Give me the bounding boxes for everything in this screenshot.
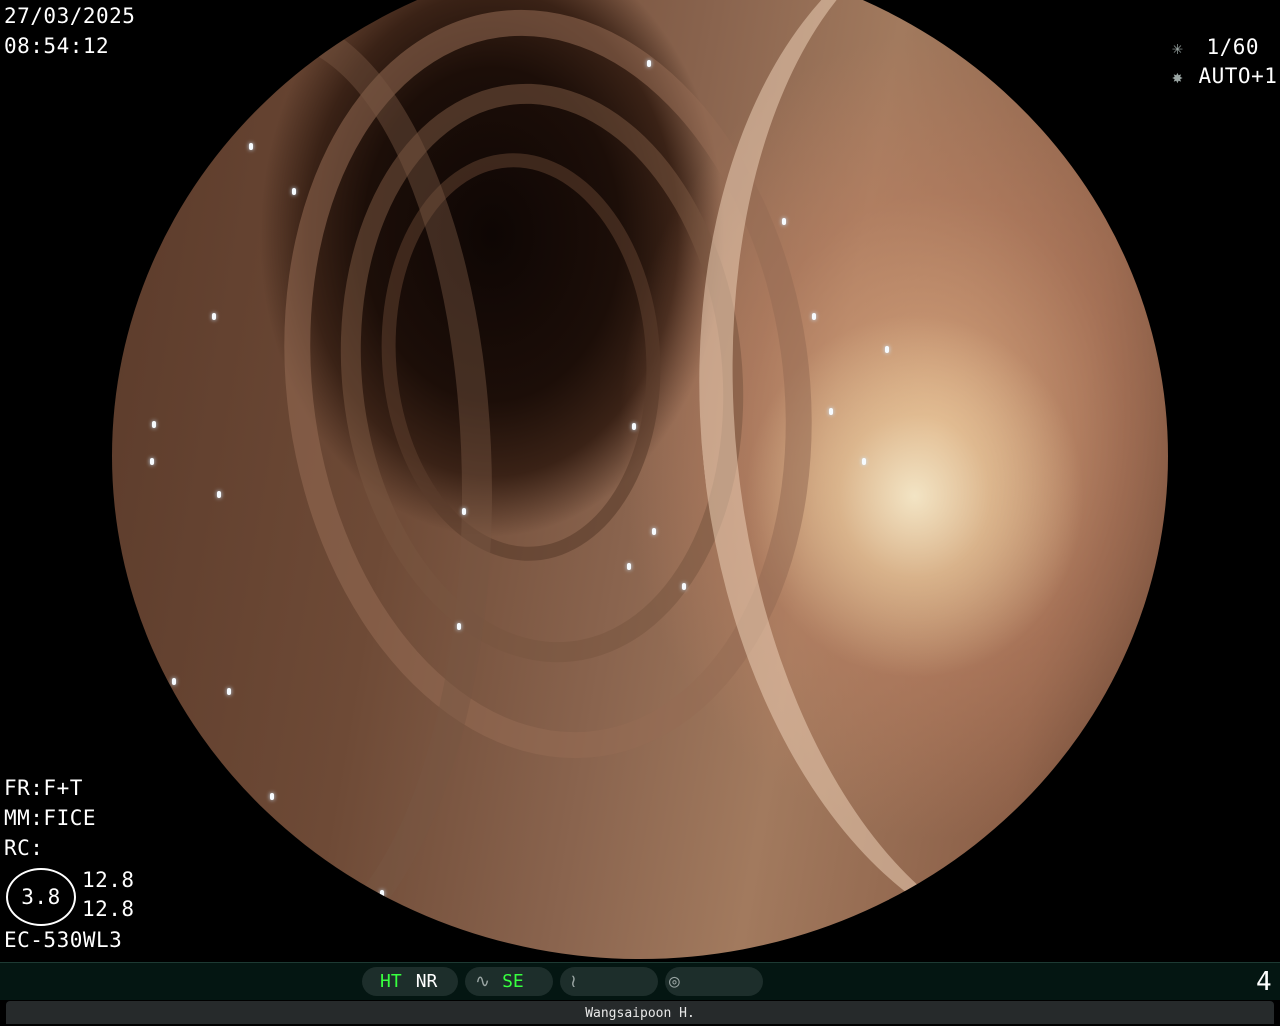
- highlight: [627, 563, 631, 570]
- se-group: ∿ SE: [465, 967, 553, 996]
- lesion-icon: ◎: [669, 971, 680, 992]
- highlight: [782, 218, 786, 225]
- shutter-value: 1/60: [1206, 35, 1260, 59]
- fr-label: FR:F+T: [4, 776, 83, 800]
- mm-label: MM:FICE: [4, 806, 97, 830]
- haustral-fold: [237, 0, 859, 793]
- haustral-fold: [312, 63, 772, 683]
- status-bar: HT NR ∿ SE ≀ ◎ 4: [0, 962, 1280, 1000]
- highlight: [380, 890, 384, 897]
- haustral-fold: [649, 0, 1168, 959]
- se-indicator: SE: [502, 971, 524, 992]
- lesion-group: ◎: [665, 967, 763, 996]
- highlight: [270, 793, 274, 800]
- highlight: [647, 60, 651, 67]
- time-label: 08:54:12: [4, 34, 110, 58]
- haustral-fold: [368, 143, 674, 571]
- highlight: [457, 623, 461, 630]
- highlight: [150, 458, 154, 465]
- highlight: [462, 508, 466, 515]
- nr-indicator: NR: [415, 971, 438, 992]
- highlight: [885, 346, 889, 353]
- highlight: [292, 188, 296, 195]
- highlight: [812, 313, 816, 320]
- highlight: [217, 491, 221, 498]
- enhancement-value: 3.8: [21, 885, 61, 909]
- ht-nr-group: HT NR: [362, 967, 458, 996]
- scope-model: EC-530WL3: [4, 928, 123, 952]
- endoscopic-image: [112, 0, 1168, 959]
- operator-name: Wangsaipoon H.: [585, 1006, 695, 1021]
- color-enhance-icon: ≀: [570, 971, 577, 992]
- ht-indicator: HT: [380, 971, 402, 992]
- shutter-icon: ✳: [1172, 38, 1184, 59]
- iris-icon: ✸: [1172, 67, 1184, 88]
- highlight: [172, 678, 176, 685]
- highlight: [829, 408, 833, 415]
- enhancement-bottom: 12.8: [82, 897, 135, 921]
- highlight: [152, 421, 156, 428]
- highlight: [862, 458, 866, 465]
- highlight: [652, 528, 656, 535]
- highlight: [212, 313, 216, 320]
- enhancement-level-badge: 3.8: [6, 868, 76, 926]
- highlight: [227, 688, 231, 695]
- haustral-fold: [112, 13, 492, 959]
- color-enhance-group: ≀: [560, 967, 658, 996]
- highlight: [682, 583, 686, 590]
- shutter-setting: ✳ 1/60: [1172, 35, 1272, 61]
- iris-setting: ✸ AUTO+1: [1172, 64, 1277, 90]
- iris-value: AUTO+1: [1198, 64, 1278, 88]
- page-number: 4: [1256, 967, 1273, 997]
- structure-enhance-icon: ∿: [475, 971, 491, 992]
- highlight: [632, 423, 636, 430]
- enhancement-top: 12.8: [82, 868, 135, 892]
- rc-label: RC:: [4, 836, 44, 860]
- date-label: 27/03/2025: [4, 4, 136, 28]
- highlight: [249, 143, 253, 150]
- operator-footer: Wangsaipoon H.: [6, 1001, 1274, 1024]
